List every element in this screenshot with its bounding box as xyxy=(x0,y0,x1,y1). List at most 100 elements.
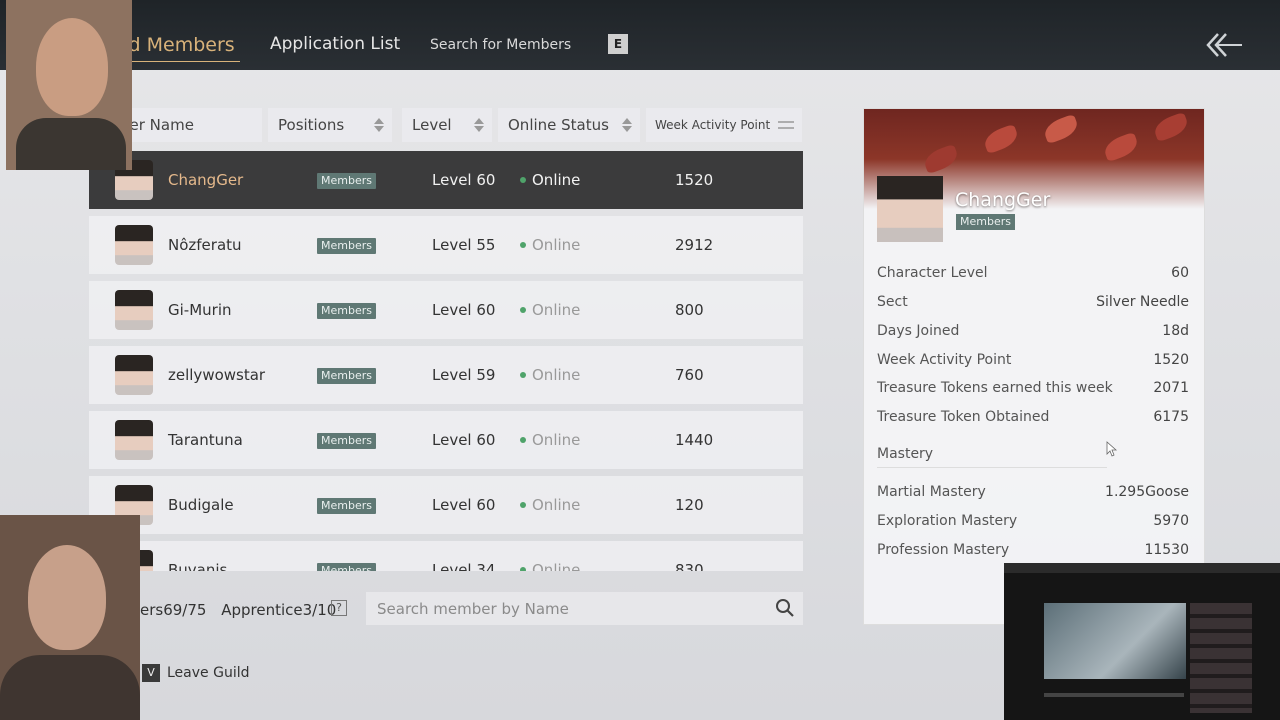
online-dot-icon xyxy=(520,372,526,378)
shirt-image xyxy=(16,118,126,170)
stat-row: Character Level 60 xyxy=(877,265,1189,281)
member-profile-panel: ChangGer Members Character Level 60 Sect… xyxy=(863,108,1205,625)
online-dot-icon xyxy=(520,567,526,571)
profile-position-badge: Members xyxy=(956,214,1015,230)
member-points: 1520 xyxy=(675,171,714,189)
avatar xyxy=(115,355,153,395)
member-status: Online xyxy=(532,301,581,319)
mastery-row: Exploration Mastery 5970 xyxy=(877,513,1189,529)
online-dot-icon xyxy=(520,177,526,183)
member-points: 120 xyxy=(675,496,704,514)
member-status: Online xyxy=(532,496,581,514)
table-row[interactable]: Nôzferatu Members Level 55 Online 2912 xyxy=(89,216,803,274)
divider xyxy=(877,467,1107,468)
member-points: 1440 xyxy=(675,431,714,449)
leave-guild-button[interactable]: Leave Guild xyxy=(167,665,249,681)
screen-share-thumbnail xyxy=(1004,563,1280,720)
column-header-name[interactable]: ber Name xyxy=(120,108,262,142)
sort-icon xyxy=(374,118,384,132)
maple-leaf-icon xyxy=(1151,111,1191,143)
maple-leaf-icon xyxy=(981,123,1021,155)
back-arrow-icon[interactable] xyxy=(1204,30,1244,60)
position-badge: Members xyxy=(317,238,376,254)
table-row[interactable]: ChangGer Members Level 60 Online 1520 xyxy=(89,151,803,209)
member-name: Nôzferatu xyxy=(168,236,242,254)
column-header-level[interactable]: Level xyxy=(402,108,492,142)
top-bar: ild Members Application List Search for … xyxy=(0,0,1280,70)
member-status: Online xyxy=(532,171,581,189)
video-progress xyxy=(1044,693,1184,697)
maple-leaf-icon xyxy=(1041,113,1081,145)
table-row[interactable]: Tarantuna Members Level 60 Online 1440 xyxy=(89,411,803,469)
profile-name: ChangGer xyxy=(955,189,1051,211)
face-image xyxy=(36,18,108,116)
column-header-positions[interactable]: Positions xyxy=(268,108,392,142)
member-counts: ers69/75 Apprentice3/10 xyxy=(140,601,336,619)
sort-icon xyxy=(474,118,484,132)
help-icon[interactable]: ? xyxy=(331,600,347,616)
position-badge: Members xyxy=(317,303,376,319)
member-name: zellywowstar xyxy=(168,366,266,384)
column-header-week-activity[interactable]: Week Activity Point xyxy=(646,108,802,142)
tab-search-for-members[interactable]: Search for Members xyxy=(430,37,571,53)
search-input[interactable]: Search member by Name xyxy=(377,600,569,618)
column-header-online-status[interactable]: Online Status xyxy=(498,108,640,142)
avatar xyxy=(115,290,153,330)
member-points: 760 xyxy=(675,366,704,384)
search-icon[interactable] xyxy=(775,598,795,618)
member-points: 2912 xyxy=(675,236,714,254)
member-status: Online xyxy=(532,236,581,254)
position-badge: Members xyxy=(317,173,376,189)
member-level: Level 60 xyxy=(432,301,496,319)
video-sidebar xyxy=(1190,603,1252,713)
member-level: Level 60 xyxy=(432,431,496,449)
search-hotkey: E xyxy=(608,34,628,54)
shirt-image xyxy=(0,655,140,720)
online-dot-icon xyxy=(520,502,526,508)
member-search-field[interactable]: Search member by Name xyxy=(366,592,803,625)
stat-row: Week Activity Point 1520 xyxy=(877,352,1189,368)
mouse-cursor-icon xyxy=(1106,441,1118,457)
member-level: Level 34 xyxy=(432,561,496,571)
member-name: ChangGer xyxy=(168,171,244,189)
maple-leaf-icon xyxy=(921,143,961,175)
stat-row: Treasure Token Obtained 6175 xyxy=(877,409,1189,425)
online-dot-icon xyxy=(520,242,526,248)
profile-avatar xyxy=(877,176,943,242)
browser-bar xyxy=(1004,563,1280,573)
online-dot-icon xyxy=(520,307,526,313)
webcam-overlay xyxy=(6,0,132,170)
table-row[interactable]: Gi-Murin Members Level 60 Online 800 xyxy=(89,281,803,339)
mastery-heading: Mastery xyxy=(877,446,934,462)
stat-row: Treasure Tokens earned this week 2071 xyxy=(877,380,1189,396)
member-level: Level 55 xyxy=(432,236,496,254)
video-preview xyxy=(1044,603,1186,679)
member-name: Tarantuna xyxy=(168,431,243,449)
position-badge: Members xyxy=(317,433,376,449)
filter-icon[interactable] xyxy=(778,119,794,131)
mastery-row: Profession Mastery 11530 xyxy=(877,542,1189,558)
tab-guild-members[interactable]: ild Members xyxy=(108,34,240,62)
table-row[interactable]: Budigale Members Level 60 Online 120 xyxy=(89,476,803,534)
table-row[interactable]: zellywowstar Members Level 59 Online 760 xyxy=(89,346,803,404)
member-name: Gi-Murin xyxy=(168,301,232,319)
stat-row: Days Joined 18d xyxy=(877,323,1189,339)
maple-leaf-icon xyxy=(1101,131,1141,163)
tab-application-list[interactable]: Application List xyxy=(270,34,400,54)
face-image xyxy=(28,545,106,650)
position-badge: Members xyxy=(317,563,376,571)
online-dot-icon xyxy=(520,437,526,443)
position-badge: Members xyxy=(317,368,376,384)
member-list[interactable]: ChangGer Members Level 60 Online 1520 Nô… xyxy=(89,151,803,571)
leave-guild-hotkey: V xyxy=(142,664,160,682)
member-points: 800 xyxy=(675,301,704,319)
member-level: Level 60 xyxy=(432,496,496,514)
member-points: 830 xyxy=(675,561,704,571)
stat-row: Sect Silver Needle xyxy=(877,294,1189,310)
members-count: ers69/75 xyxy=(140,601,207,619)
position-badge: Members xyxy=(317,498,376,514)
avatar xyxy=(115,225,153,265)
sort-icon xyxy=(622,118,632,132)
member-name: Budigale xyxy=(168,496,234,514)
table-row[interactable]: Buvanis Members Level 34 Online 830 xyxy=(89,541,803,571)
